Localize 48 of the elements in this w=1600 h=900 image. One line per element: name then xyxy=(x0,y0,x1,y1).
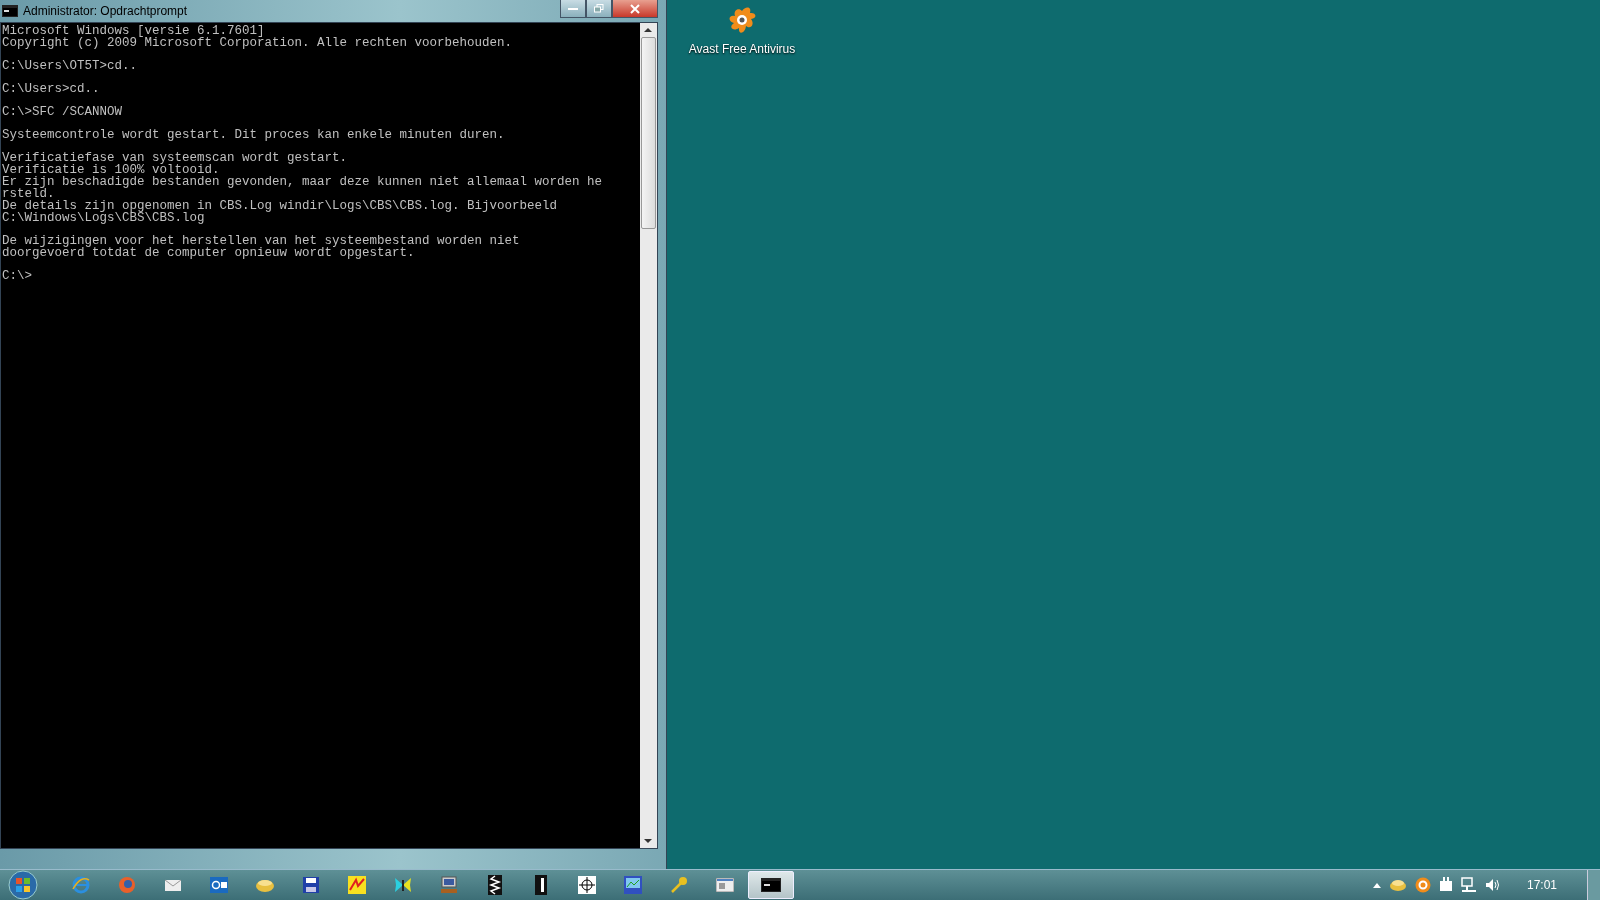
console-line: Copyright (c) 2009 Microsoft Corporation. Alle rechten voorbehouden. xyxy=(2,37,514,49)
zipper-icon xyxy=(488,875,502,895)
drive-icon[interactable] xyxy=(1388,878,1407,892)
computer-icon xyxy=(440,876,458,894)
console-line: C:\Users>cd.. xyxy=(2,83,101,95)
show-hidden-icons-icon[interactable] xyxy=(1372,882,1381,888)
console-line: rsteld. xyxy=(2,188,55,200)
console-line: doorgevoerd totdat de computer opnieuw wordt opgestart. xyxy=(2,247,415,259)
desktop-icon-label[interactable]: Avast Free Antivirus xyxy=(688,42,796,56)
scrollbar-thumb[interactable] xyxy=(641,37,656,229)
close-button[interactable] xyxy=(612,0,658,18)
taskbar-button[interactable] xyxy=(748,871,794,899)
console-icon xyxy=(761,878,781,892)
console-line: C:\>SFC /SCANNOW xyxy=(2,106,124,118)
console-line: Microsoft Windows [versie 6.1.7601] xyxy=(2,25,265,37)
book-icon xyxy=(535,875,547,895)
butterfly-icon xyxy=(393,876,413,894)
network-icon[interactable] xyxy=(1460,877,1477,893)
crosshair-icon xyxy=(578,876,596,894)
envelope-icon xyxy=(164,878,182,892)
maximize-button[interactable] xyxy=(586,0,612,18)
restore-icon xyxy=(594,4,604,13)
console-line: Systeemcontrole wordt gestart. Dit proces kan enkele minuten duren. xyxy=(2,129,506,141)
clock[interactable]: 17:01 xyxy=(1526,878,1557,892)
circle-logo-icon[interactable] xyxy=(1414,877,1431,893)
console-line: C:\Users\OT5T>cd.. xyxy=(2,60,139,72)
globe-icon xyxy=(118,876,136,894)
console-icon xyxy=(2,5,18,17)
key-icon xyxy=(670,876,688,894)
scribble-icon xyxy=(348,876,366,894)
close-icon xyxy=(630,3,640,14)
letter-e-icon xyxy=(71,875,91,895)
console-line: Verificatie is 100% voltooid. xyxy=(2,164,220,176)
window-title: Administrator: Opdrachtprompt xyxy=(23,4,188,18)
drive-icon xyxy=(255,877,275,893)
mail-app-icon xyxy=(210,877,228,893)
console-line: De details zijn opgenomen in CBS.Log windir\Logs\CBS\CBS.log. Bijvoorbeeld xyxy=(2,200,559,212)
minimize-button[interactable] xyxy=(560,0,586,18)
console-line: Verificatiefase van systeemscan wordt gestart. xyxy=(2,152,349,164)
window-icon xyxy=(716,878,734,892)
console-line: C:\> xyxy=(2,270,33,282)
console-line: De wijzigingen voor het herstellen van het systeembestand worden niet xyxy=(2,235,521,247)
volume-icon[interactable] xyxy=(1484,878,1501,892)
scrollbar[interactable] xyxy=(640,23,657,848)
chart-window-icon xyxy=(624,876,642,894)
console-line: C:\Windows\Logs\CBS\CBS.log xyxy=(2,212,206,224)
console-line: Er zijn beschadigde bestanden gevonden, maar deze kunnen niet allemaal worden he xyxy=(2,176,604,188)
power-plug-icon[interactable] xyxy=(1438,877,1453,893)
